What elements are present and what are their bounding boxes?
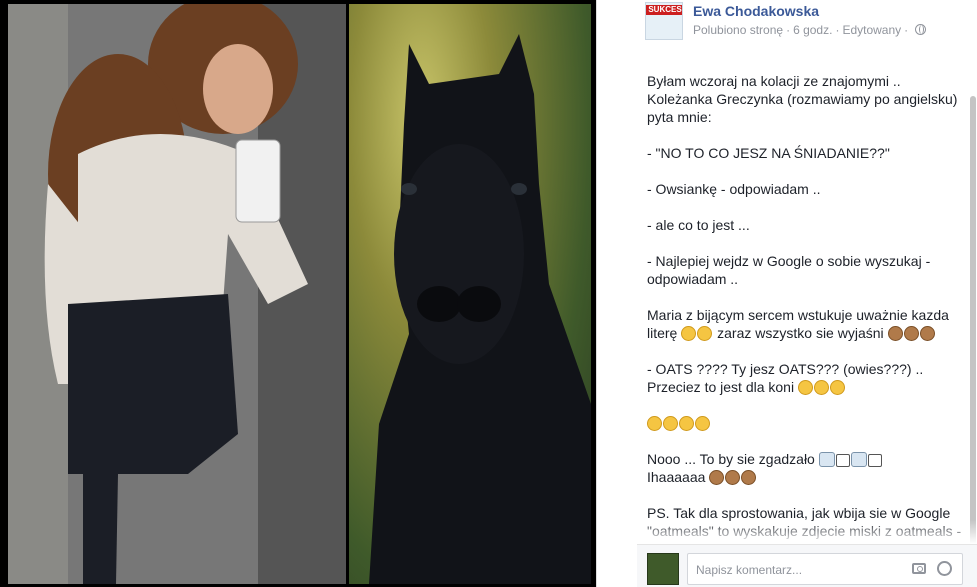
- horse-illustration: [369, 34, 591, 584]
- monkey-emoji-icon: [919, 326, 935, 341]
- post-paragraph: Byłam wczoraj na kolacji ze znajomymi ..…: [647, 73, 962, 125]
- text-fade: [597, 520, 977, 544]
- grin-emoji-icon: [813, 380, 829, 395]
- laugh-emoji-icon: [679, 416, 694, 431]
- post-paragraph: [647, 414, 962, 432]
- muscle-emoji-icon: [850, 452, 867, 467]
- post-paragraph: - OATS ???? Ty jesz OATS??? (owies???) .…: [647, 360, 962, 396]
- comment-composer: Napisz komentarz...: [637, 544, 977, 587]
- selfie-illustration: [8, 4, 346, 584]
- grin-emoji-icon: [681, 326, 697, 341]
- monkey-emoji-icon: [903, 326, 919, 341]
- grin-emoji-icon: [697, 326, 713, 341]
- scrollbar[interactable]: [969, 48, 977, 566]
- globe-icon: [915, 24, 927, 35]
- post-paragraph: - "NO TO CO JESZ NA ŚNIADANIE??": [647, 145, 890, 161]
- emoji-icon[interactable]: [937, 561, 952, 576]
- post-paragraph-text: zaraz wszystko sie wyjaśni: [717, 325, 884, 341]
- post-meta: Polubiono stronę · 6 godz. · Edytowany ·: [693, 23, 927, 37]
- post-panel: SUKCES Ewa Chodakowska Polubiono stronę ·…: [596, 0, 977, 587]
- grin-emoji-icon: [797, 380, 813, 395]
- unknown-emoji-icon: [835, 454, 850, 467]
- laugh-emoji-icon: [663, 416, 678, 431]
- edited-label[interactable]: Edytowany: [842, 23, 901, 37]
- post-paragraph-text: Nooo ... To by sie zgadzało: [647, 451, 815, 467]
- avatar-label: SUKCES: [646, 5, 682, 15]
- comment-input[interactable]: Napisz komentarz...: [687, 553, 963, 585]
- horse-emoji-icon: [725, 470, 741, 485]
- author-name[interactable]: Ewa Chodakowska: [693, 3, 819, 19]
- comment-placeholder: Napisz komentarz...: [696, 563, 803, 577]
- unknown-emoji-icon: [867, 454, 882, 467]
- horse-emoji-icon: [709, 470, 725, 485]
- horse-photo[interactable]: [349, 4, 591, 584]
- photo-viewer[interactable]: [0, 0, 596, 587]
- monkey-emoji-icon: [887, 326, 903, 341]
- post-paragraph: Nooo ... To by sie zgadzało Ihaaaaaa: [647, 450, 962, 486]
- post-paragraph: Maria z bijącym sercem wstukuje uważnie …: [647, 306, 962, 342]
- camera-icon[interactable]: [912, 563, 926, 574]
- post-text: Byłam wczoraj na kolacji ze znajomymi ..…: [647, 72, 962, 576]
- post-time[interactable]: 6 godz.: [793, 23, 832, 37]
- scroll-thumb[interactable]: [970, 96, 976, 566]
- post-paragraph-text: - OATS ???? Ty jesz OATS??? (owies???) .…: [647, 361, 928, 395]
- laugh-emoji-icon: [695, 416, 710, 431]
- post-paragraph: - Owsiankę - odpowiadam ..: [647, 181, 821, 197]
- page-avatar[interactable]: SUKCES: [645, 2, 683, 40]
- liked-status[interactable]: Polubiono stronę: [693, 23, 783, 37]
- selfie-photo[interactable]: [8, 4, 346, 584]
- muscle-emoji-icon: [818, 452, 835, 467]
- laugh-emoji-icon: [647, 416, 662, 431]
- horse-emoji-icon: [741, 470, 757, 485]
- post-header: SUKCES Ewa Chodakowska Polubiono stronę ·…: [597, 0, 977, 48]
- post-paragraph: - ale co to jest ...: [647, 217, 750, 233]
- user-avatar[interactable]: [647, 553, 679, 585]
- post-paragraph: - Najlepiej wejdz w Google o sobie wyszu…: [647, 253, 935, 287]
- post-paragraph-text: Ihaaaaaa: [647, 469, 706, 485]
- grin-emoji-icon: [829, 380, 845, 395]
